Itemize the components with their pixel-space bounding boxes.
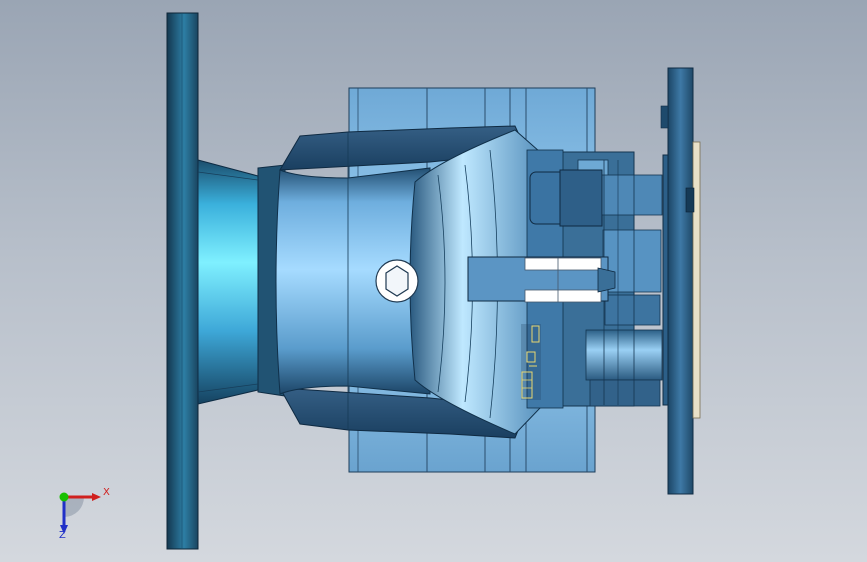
view-orientation-triad: [40, 482, 110, 552]
mounting-bracket[interactable]: [467, 256, 616, 303]
z-axis-label: Z: [59, 530, 66, 541]
right-flange[interactable]: [660, 67, 701, 495]
cad-viewport[interactable]: X Z: [0, 0, 867, 562]
x-axis-label: X: [103, 487, 110, 498]
engraved-marking: [521, 324, 541, 400]
conical-neck[interactable]: [197, 159, 286, 405]
hex-socket-screw-icon[interactable]: [375, 259, 419, 303]
left-flange[interactable]: [166, 12, 199, 550]
upper-boss[interactable]: [529, 169, 603, 227]
model-graphics[interactable]: [0, 0, 867, 562]
y-axis-dot-icon: [59, 492, 69, 502]
